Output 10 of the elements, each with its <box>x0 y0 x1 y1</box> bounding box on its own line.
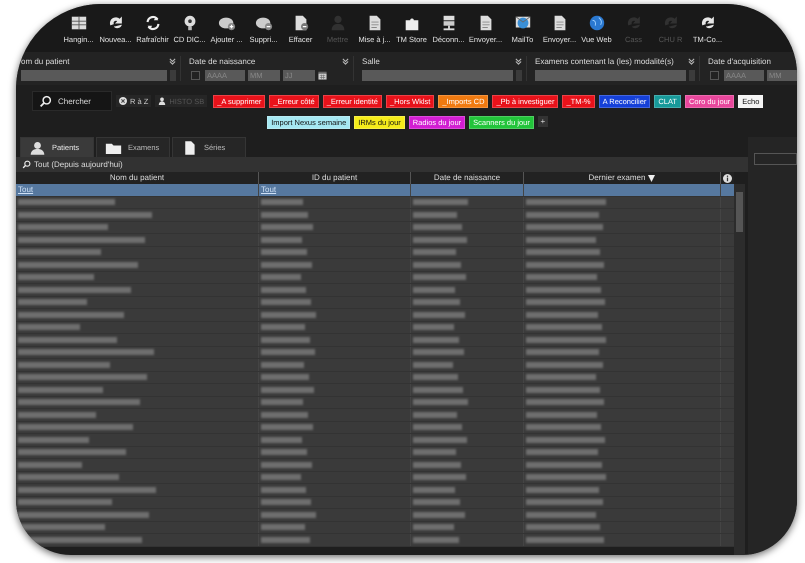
add-tag-button[interactable]: + <box>538 116 548 127</box>
filter-label: Examens contenant la (les) modalité(s) <box>535 57 674 66</box>
table-cell: Tout <box>18 185 34 194</box>
filter-title: Tout (Depuis aujourd'hui) <box>34 160 123 169</box>
filter-label: Salle <box>362 57 380 66</box>
search-button[interactable]: Chercher <box>32 91 112 111</box>
filter-label: Date de naissance <box>189 57 256 66</box>
filter-label: om du patient <box>21 57 70 66</box>
filter-label: Date d'acquisition <box>708 57 771 66</box>
table-cell: Tout <box>261 185 276 194</box>
